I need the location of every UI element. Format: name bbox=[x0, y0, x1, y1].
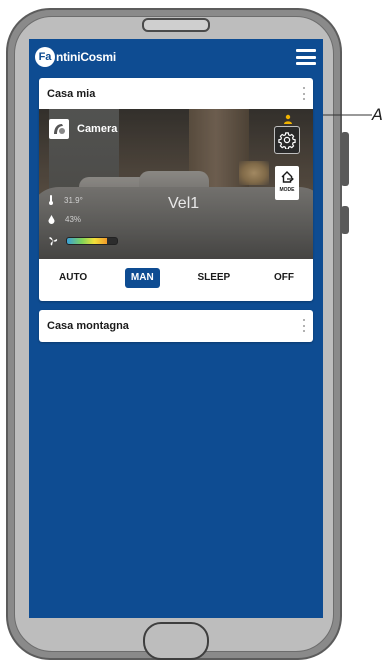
fan-icon bbox=[49, 237, 58, 246]
home-name: Casa mia bbox=[47, 87, 96, 100]
hamburger-menu-icon[interactable] bbox=[296, 49, 316, 65]
phone-power-button bbox=[341, 206, 349, 234]
settings-button[interactable] bbox=[274, 126, 300, 154]
humidity-value: 43% bbox=[65, 215, 82, 224]
temperature-row: 31.9° bbox=[48, 195, 83, 205]
phone-home-button[interactable] bbox=[143, 622, 209, 660]
humidity-drop-icon bbox=[48, 215, 55, 224]
home-card-header[interactable]: Casa mia bbox=[39, 78, 313, 109]
mode-sleep[interactable]: SLEEP bbox=[191, 268, 236, 288]
home-name: Casa montagna bbox=[47, 320, 129, 332]
callout-label: A bbox=[372, 105, 383, 124]
room-panel[interactable]: Camera MODE 31.9° 43% Vel1 bbox=[39, 109, 313, 259]
gear-icon bbox=[278, 132, 296, 149]
fan-speed-label: Vel1 bbox=[168, 195, 200, 212]
mode-off[interactable]: OFF bbox=[268, 268, 300, 288]
fan-speed-row bbox=[48, 236, 118, 246]
mode-man[interactable]: MAN bbox=[124, 268, 160, 288]
more-options-icon[interactable] bbox=[302, 87, 305, 100]
logo-mark: Fa bbox=[35, 47, 55, 67]
app-logo: Fa ntiniCosmi bbox=[35, 47, 116, 67]
fan-speed-bar[interactable] bbox=[66, 237, 118, 245]
room-name: Camera bbox=[77, 123, 118, 135]
phone-speaker bbox=[142, 18, 210, 32]
home-card-header[interactable]: Casa montagna bbox=[39, 310, 313, 342]
mode-selector: AUTO MAN SLEEP OFF bbox=[39, 265, 313, 291]
mode-button[interactable]: MODE bbox=[275, 166, 299, 200]
more-options-icon[interactable] bbox=[302, 319, 305, 332]
humidity-row: 43% bbox=[48, 215, 81, 224]
home-card-casa-montagna[interactable]: Casa montagna bbox=[39, 310, 313, 342]
temperature-value: 31.9° bbox=[64, 195, 83, 205]
home-card-casa-mia: Casa mia Camera MODE 31.9° 43% Vel1 AUTO… bbox=[39, 78, 313, 301]
user-icon bbox=[283, 109, 293, 124]
app-screen: Fa ntiniCosmi Casa mia Camera MODE 31.9°… bbox=[29, 39, 323, 618]
home-mode-icon bbox=[281, 171, 294, 183]
mode-button-label: MODE bbox=[279, 187, 295, 193]
mode-auto[interactable]: AUTO bbox=[53, 268, 93, 288]
app-header: Fa ntiniCosmi bbox=[29, 39, 323, 75]
logo-text: ntiniCosmi bbox=[56, 50, 116, 64]
thermometer-icon bbox=[49, 195, 53, 205]
room-device-icon bbox=[49, 119, 69, 139]
phone-volume-button bbox=[341, 132, 349, 186]
